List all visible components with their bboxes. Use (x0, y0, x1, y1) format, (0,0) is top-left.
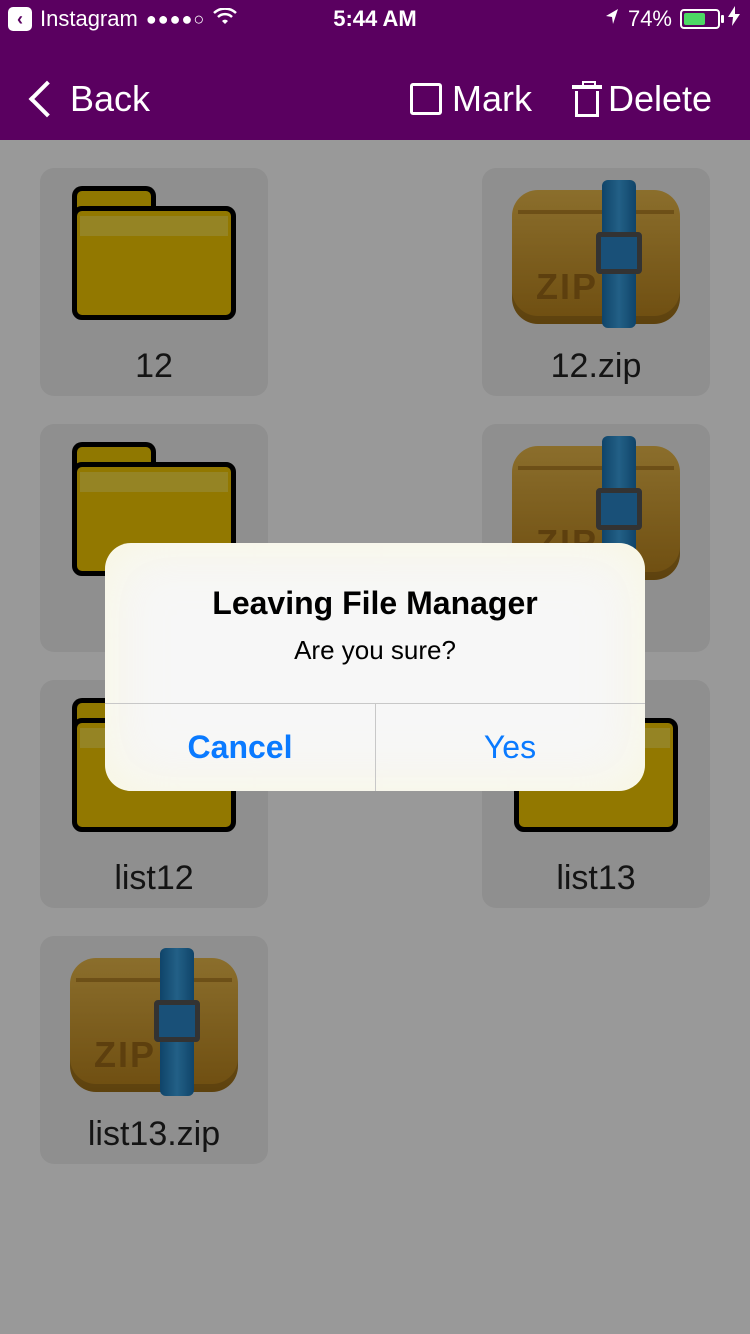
cancel-button[interactable]: Cancel (105, 703, 375, 791)
alert-dialog: Leaving File Manager Are you sure? Cance… (105, 543, 645, 791)
checkbox-icon (410, 83, 442, 115)
mark-label: Mark (452, 78, 532, 119)
back-button[interactable]: Back (24, 78, 150, 120)
back-label: Back (70, 78, 151, 119)
battery-icon (680, 9, 724, 29)
delete-label: Delete (608, 78, 713, 119)
location-icon (604, 6, 620, 32)
alert-message: Are you sure? (294, 635, 456, 665)
nav-bar: Back Mark Delete (0, 40, 750, 140)
battery-fill (684, 13, 705, 25)
battery-tip (721, 15, 724, 23)
alert-title: Leaving File Manager (212, 585, 538, 621)
charging-icon (728, 6, 740, 32)
delete-button[interactable]: Delete (572, 78, 712, 120)
trash-icon (572, 81, 602, 117)
battery-percent: 74% (627, 6, 672, 31)
status-right: 74% (604, 6, 740, 32)
mark-button[interactable]: Mark (410, 78, 532, 120)
yes-button[interactable]: Yes (375, 703, 645, 791)
screen: ‹ Instagram ●●●●○ 5:44 AM 74% Back Mark … (0, 0, 750, 1334)
status-bar: ‹ Instagram ●●●●○ 5:44 AM 74% (0, 0, 750, 40)
chevron-left-icon (28, 80, 66, 118)
